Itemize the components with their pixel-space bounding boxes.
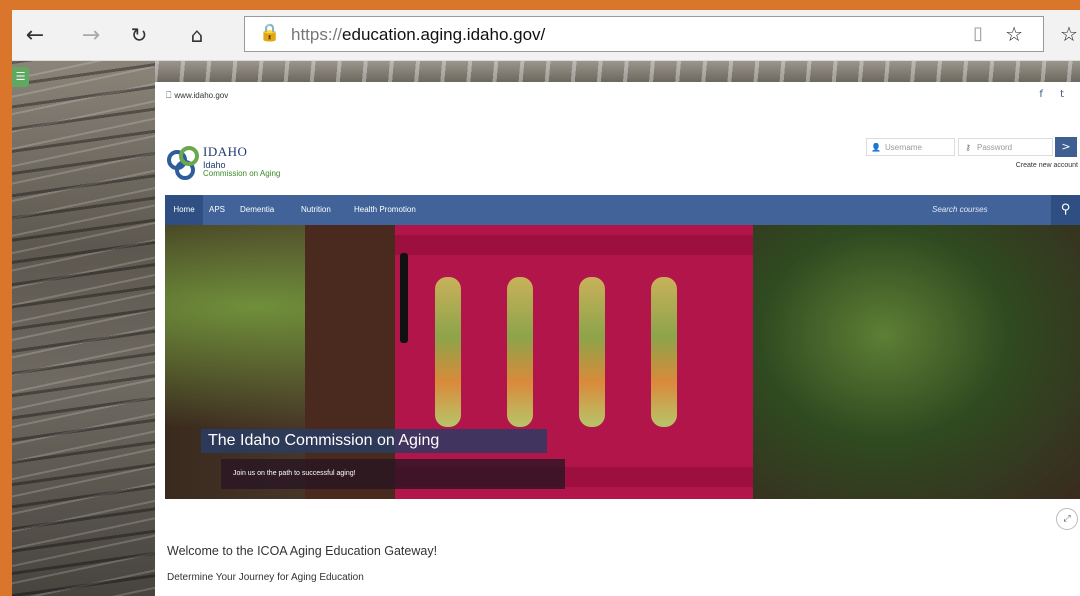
bookmark-icon: ⎕: [166, 91, 172, 101]
password-placeholder: Password: [977, 143, 1013, 152]
address-bar[interactable]: 🔒 https://education.aging.idaho.gov/ ▯ ☆: [244, 16, 1044, 52]
hero-title: The Idaho Commission on Aging: [201, 429, 547, 453]
stone-wall: [305, 225, 395, 499]
create-account-link[interactable]: Create new account: [1016, 162, 1078, 169]
ivy-wall: [753, 225, 1080, 499]
lock-icon: 🔒: [259, 23, 281, 43]
url-scheme: https://: [291, 25, 343, 44]
nav-item-health-promotion[interactable]: Health Promotion: [354, 195, 416, 225]
red-gate: [395, 225, 753, 499]
social-links: f t: [1025, 89, 1064, 100]
fullscreen-toggle-button[interactable]: ⤢: [1056, 508, 1078, 530]
site-logo[interactable]: IDAHO Idaho Commission on Aging: [167, 144, 280, 184]
gate-slot: [579, 277, 605, 427]
password-field[interactable]: ⚷ Password: [958, 138, 1053, 156]
key-icon: ⚷: [965, 143, 971, 152]
back-button[interactable]: ←: [20, 20, 50, 50]
nav-item-dementia[interactable]: Dementia: [240, 195, 274, 225]
expand-icon: ⤢: [1063, 514, 1071, 524]
journey-heading: Determine Your Journey for Aging Educati…: [167, 572, 364, 583]
chevron-right-icon: >: [1061, 140, 1071, 153]
gate-latch: [400, 253, 408, 343]
hero-subtitle: Join us on the path to successful aging!: [221, 459, 565, 489]
forward-arrow-icon: →: [81, 22, 101, 48]
gate-slot: [507, 277, 533, 427]
welcome-heading: Welcome to the ICOA Aging Education Gate…: [167, 544, 438, 558]
menu-icon: ☰: [15, 70, 26, 83]
gate-slot: [651, 277, 677, 427]
url-host: education.aging.idaho.gov/: [342, 25, 546, 44]
favorites-hub-icon[interactable]: ☆: [1060, 22, 1078, 46]
main-navbar: Home APS Dementia Nutrition Health Promo…: [165, 195, 1080, 225]
url-text[interactable]: https://education.aging.idaho.gov/: [291, 25, 545, 45]
nav-item-home[interactable]: Home: [165, 195, 203, 225]
logo-title: IDAHO: [203, 144, 248, 159]
login-submit-button[interactable]: >: [1055, 137, 1077, 157]
refresh-button[interactable]: ↻: [124, 20, 154, 50]
username-placeholder: Username: [885, 143, 922, 152]
forward-button[interactable]: →: [76, 20, 106, 50]
favorite-star-icon[interactable]: ☆: [1005, 22, 1023, 46]
nav-item-aps[interactable]: APS: [209, 195, 225, 225]
page-viewport: ☰ ⎕ www.idaho.gov f t IDAHO Idaho Commiss…: [12, 61, 1080, 596]
home-button[interactable]: ⌂: [182, 20, 212, 50]
refresh-icon: ↻: [130, 23, 148, 47]
search-button[interactable]: ⚲: [1051, 195, 1080, 225]
gov-link-text: www.idaho.gov: [174, 91, 229, 100]
twitter-icon[interactable]: t: [1060, 89, 1064, 100]
page-content: ⎕ www.idaho.gov f t IDAHO Idaho Commissio…: [155, 82, 1080, 596]
gov-link[interactable]: ⎕ www.idaho.gov: [166, 91, 228, 101]
hero-image: The Idaho Commission on Aging Join us on…: [165, 225, 1080, 499]
search-icon: ⚲: [1060, 202, 1071, 217]
drawer-toggle-button[interactable]: ☰: [12, 67, 29, 87]
username-field[interactable]: 👤 Username: [866, 138, 955, 156]
gate-slot: [435, 277, 461, 427]
logo-tagline: Commission on Aging: [203, 169, 281, 178]
gate-rail-top: [395, 235, 753, 255]
logo-key-ring-green: [179, 146, 199, 166]
reading-view-icon[interactable]: ▯: [973, 23, 983, 44]
user-icon: 👤: [871, 143, 881, 152]
nav-item-nutrition[interactable]: Nutrition: [301, 195, 331, 225]
browser-toolbar: ← → ↻ ⌂ 🔒 https://education.aging.idaho.…: [12, 10, 1080, 61]
home-icon: ⌂: [190, 23, 204, 47]
search-courses-input[interactable]: Search courses: [932, 195, 988, 225]
facebook-icon[interactable]: f: [1039, 89, 1043, 100]
back-arrow-icon: ←: [25, 22, 45, 48]
background-texture: [155, 61, 1080, 82]
